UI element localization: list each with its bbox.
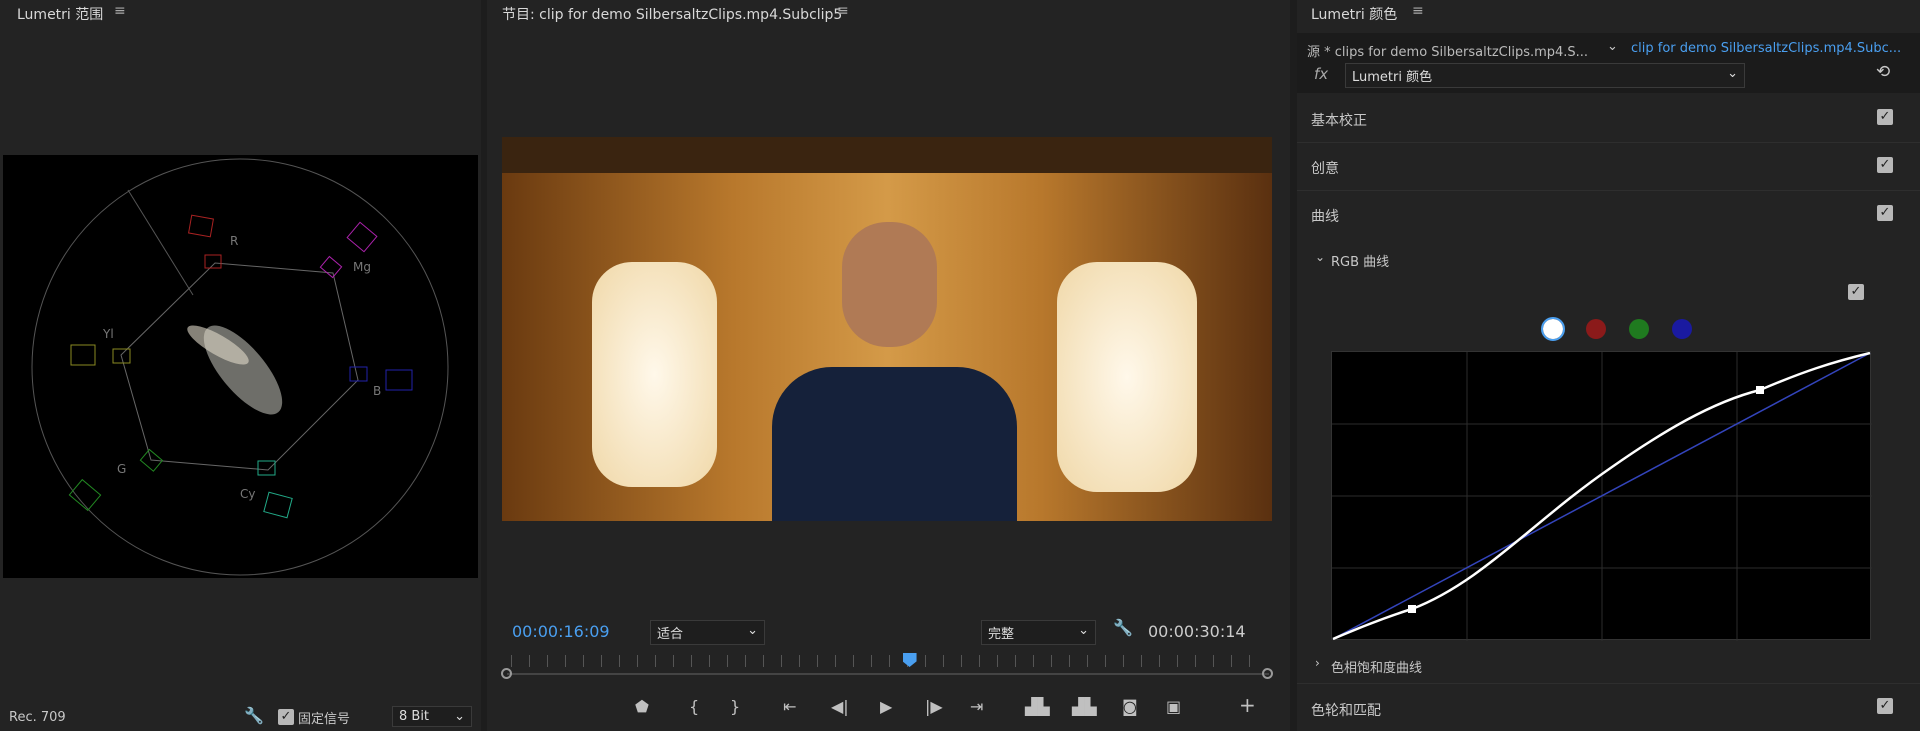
lantern-right bbox=[1057, 262, 1197, 492]
curve-point[interactable] bbox=[1408, 605, 1416, 613]
channel-green-button[interactable] bbox=[1629, 319, 1649, 339]
person-head bbox=[842, 222, 937, 347]
label-r: R bbox=[230, 234, 238, 248]
lantern-left bbox=[592, 262, 717, 487]
rgb-curves-checkbox[interactable]: ✓ bbox=[1848, 284, 1864, 300]
vectorscope-graph: R Mg Yl B G Cy bbox=[31, 158, 449, 576]
lumetri-scopes-panel: Lumetri 范围 ≡ R Mg Yl B G Cy Rec. 709 🔧 ✓… bbox=[0, 0, 481, 731]
rgb-curve-graph[interactable] bbox=[1331, 351, 1872, 641]
reset-icon[interactable]: ⟲ bbox=[1876, 62, 1890, 82]
scrubber-track[interactable] bbox=[507, 673, 1269, 675]
curve-point[interactable] bbox=[1756, 386, 1764, 394]
lumetri-color-panel: Lumetri 颜色 ≡ 源 * clips for demo Silbersa… bbox=[1297, 0, 1920, 731]
chevron-down-icon[interactable]: ⌄ bbox=[1315, 250, 1325, 264]
channel-red-button[interactable] bbox=[1586, 319, 1606, 339]
panel-title: Lumetri 颜色 bbox=[1311, 7, 1398, 23]
effect-value: Lumetri 颜色 bbox=[1352, 70, 1433, 85]
chevron-down-icon: ⌄ bbox=[1727, 66, 1738, 81]
enable-checkbox[interactable]: ✓ bbox=[1877, 205, 1893, 221]
section-creative[interactable]: 创意 ✓ bbox=[1297, 143, 1920, 191]
section-label: 基本校正 bbox=[1311, 113, 1367, 129]
duration-timecode: 00:00:30:14 bbox=[1148, 622, 1246, 641]
camera-icon[interactable]: ◙ bbox=[1122, 697, 1138, 716]
mark-in-icon[interactable]: { bbox=[689, 697, 699, 716]
section-curves[interactable]: 曲线 ✓ bbox=[1297, 191, 1920, 239]
panel-menu-icon[interactable]: ≡ bbox=[114, 3, 126, 19]
quality-select[interactable]: 完整 ⌄ bbox=[981, 620, 1096, 645]
label-b: B bbox=[373, 384, 381, 398]
section-basic-correction[interactable]: 基本校正 ✓ bbox=[1297, 95, 1920, 143]
section-label: 创意 bbox=[1311, 161, 1339, 177]
out-handle[interactable] bbox=[1262, 668, 1273, 679]
current-timecode[interactable]: 00:00:16:09 bbox=[512, 622, 610, 641]
effect-select[interactable]: Lumetri 颜色 ⌄ bbox=[1345, 63, 1745, 88]
extract-icon[interactable]: ▟▙ bbox=[1072, 697, 1097, 716]
clamp-signal-checkbox[interactable]: ✓ bbox=[278, 709, 294, 725]
hue-sat-curves-label[interactable]: 色相饱和度曲线 bbox=[1331, 657, 1422, 676]
label-yl: Yl bbox=[102, 327, 114, 341]
chevron-down-icon: ⌄ bbox=[1078, 623, 1089, 638]
panel-title: Lumetri 范围 bbox=[17, 7, 104, 23]
enable-checkbox[interactable]: ✓ bbox=[1877, 698, 1893, 714]
source-clip-tab[interactable]: 源 * clips for demo SilbersaltzClips.mp4.… bbox=[1307, 41, 1588, 60]
fx-label: fx bbox=[1314, 65, 1329, 83]
label-cy: Cy bbox=[240, 487, 255, 501]
person-body bbox=[772, 367, 1017, 521]
label-g: G bbox=[117, 462, 126, 476]
wrench-icon[interactable]: 🔧 bbox=[244, 706, 264, 725]
fit-select[interactable]: 适合 ⌄ bbox=[650, 620, 765, 645]
channel-white-button[interactable] bbox=[1541, 317, 1565, 341]
color-wheels-label[interactable]: 色轮和匹配 bbox=[1311, 700, 1381, 720]
bit-depth-select[interactable]: 8 Bit ⌄ bbox=[392, 706, 472, 727]
mark-out-icon[interactable]: } bbox=[730, 697, 740, 716]
enable-checkbox[interactable]: ✓ bbox=[1877, 109, 1893, 125]
chevron-down-icon: ⌄ bbox=[747, 623, 758, 638]
go-to-in-icon[interactable]: ⇤ bbox=[783, 697, 796, 716]
chevron-right-icon[interactable]: › bbox=[1315, 656, 1320, 670]
quality-value: 完整 bbox=[988, 627, 1015, 642]
step-back-icon[interactable]: ◀| bbox=[831, 697, 849, 716]
lift-icon[interactable]: ▟▙ bbox=[1025, 697, 1050, 716]
chevron-down-icon: ⌄ bbox=[454, 709, 465, 724]
fit-value: 适合 bbox=[657, 627, 684, 642]
play-icon[interactable]: ▶ bbox=[880, 697, 892, 716]
add-marker-icon[interactable]: ⬟ bbox=[635, 697, 649, 716]
in-handle[interactable] bbox=[501, 668, 512, 679]
bit-depth-value: 8 Bit bbox=[399, 709, 430, 724]
video-frame[interactable] bbox=[502, 137, 1272, 521]
go-to-out-icon[interactable]: ⇥ bbox=[970, 697, 983, 716]
chevron-down-icon[interactable]: ⌄ bbox=[1607, 39, 1618, 54]
panel-menu-icon[interactable]: ≡ bbox=[1412, 3, 1424, 19]
rgb-curves-label[interactable]: RGB 曲线 bbox=[1331, 251, 1389, 270]
panel-title: 节目: clip for demo SilbersaltzClips.mp4.S… bbox=[502, 7, 843, 23]
panel-menu-icon[interactable]: ≡ bbox=[837, 3, 849, 19]
enable-checkbox[interactable]: ✓ bbox=[1877, 157, 1893, 173]
step-forward-icon[interactable]: |▶ bbox=[925, 697, 943, 716]
color-standard: Rec. 709 bbox=[9, 710, 66, 725]
time-ruler[interactable] bbox=[511, 655, 1263, 667]
add-button-icon[interactable]: + bbox=[1239, 693, 1256, 717]
vectorscope: R Mg Yl B G Cy bbox=[3, 155, 478, 578]
channel-blue-button[interactable] bbox=[1672, 319, 1692, 339]
comparison-view-icon[interactable]: ▣ bbox=[1166, 697, 1181, 716]
label-mg: Mg bbox=[353, 260, 371, 274]
section-label: 曲线 bbox=[1311, 209, 1339, 225]
clamp-signal-label: 固定信号 bbox=[298, 712, 351, 727]
program-monitor-panel: 节目: clip for demo SilbersaltzClips.mp4.S… bbox=[487, 0, 1290, 731]
wrench-icon[interactable]: 🔧 bbox=[1113, 618, 1133, 637]
sequence-clip-tab[interactable]: clip for demo SilbersaltzClips.mp4.Subc.… bbox=[1631, 41, 1901, 56]
